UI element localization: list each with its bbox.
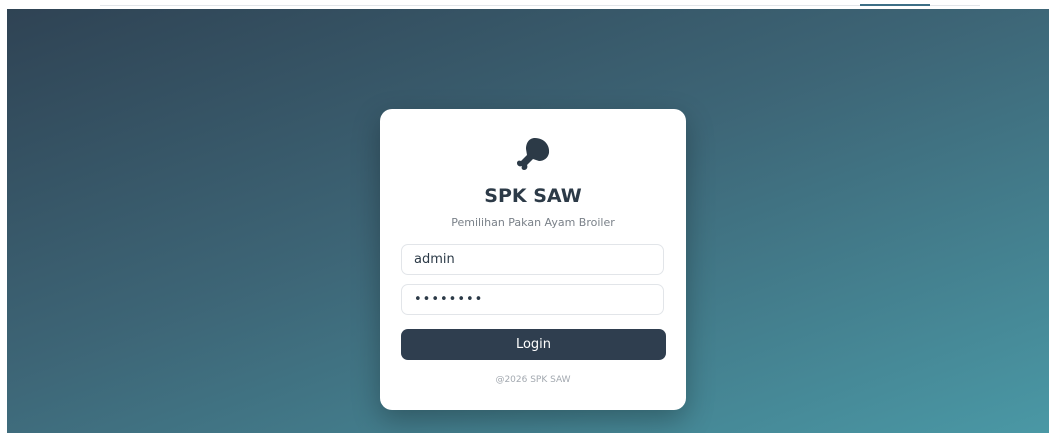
- top-accent-bar: [860, 4, 930, 6]
- chicken-drumstick-icon: [517, 138, 550, 170]
- top-divider: [100, 5, 980, 6]
- footer-copyright: @2026 SPK SAW: [495, 375, 571, 385]
- login-card: SPK SAW Pemilihan Pakan Ayam Broiler Log…: [380, 109, 686, 410]
- login-button[interactable]: Login: [401, 329, 666, 360]
- app-title: SPK SAW: [484, 185, 582, 207]
- browser-top-strip: [0, 0, 1049, 9]
- login-background: SPK SAW Pemilihan Pakan Ayam Broiler Log…: [7, 9, 1049, 433]
- app-subtitle: Pemilihan Pakan Ayam Broiler: [451, 216, 615, 229]
- password-input[interactable]: [401, 284, 664, 315]
- username-input[interactable]: [401, 244, 664, 275]
